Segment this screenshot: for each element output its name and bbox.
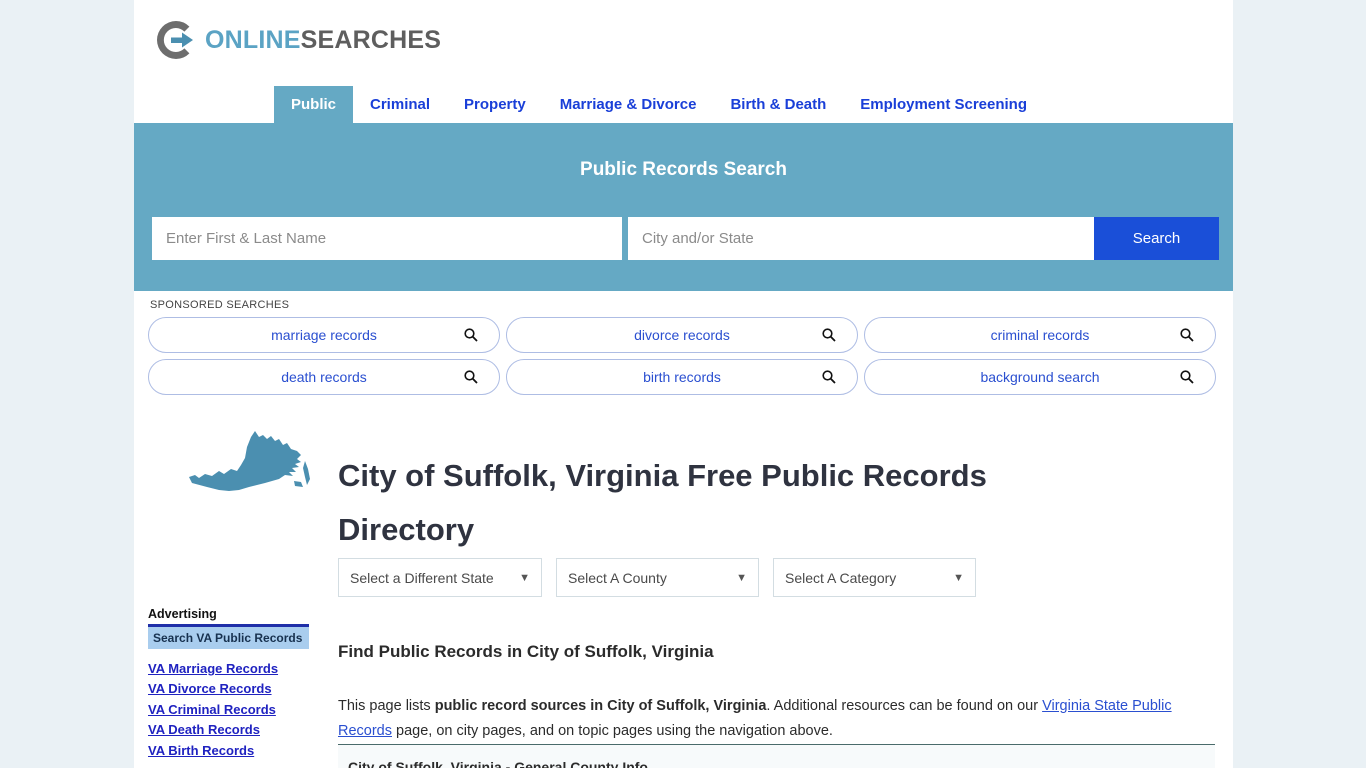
chevron-down-icon: ▼: [953, 571, 964, 584]
magnifier-icon: [1180, 328, 1194, 342]
hero-title: Public Records Search: [580, 159, 787, 180]
nav-item-criminal[interactable]: Criminal: [353, 86, 447, 123]
search-form: Search: [152, 217, 1219, 260]
location-search-input[interactable]: [628, 217, 1094, 260]
select-category-dropdown[interactable]: Select A Category ▼: [773, 558, 976, 597]
magnifier-icon: [464, 328, 478, 342]
sponsored-pill-background-search[interactable]: background search: [864, 359, 1216, 395]
sidebar-cta-button[interactable]: Search VA Public Records: [148, 627, 309, 649]
nav-item-marriage-divorce[interactable]: Marriage & Divorce: [543, 86, 714, 123]
paragraph-text-3: page, on city pages, and on topic pages …: [392, 722, 833, 739]
sidebar-link-va-marriage-records[interactable]: VA Marriage Records: [148, 659, 311, 679]
sponsored-pill-label: background search: [980, 369, 1100, 385]
nav-item-employment-screening[interactable]: Employment Screening: [843, 86, 1044, 123]
sidebar-link-va-birth-records[interactable]: VA Birth Records: [148, 741, 311, 761]
select-county-value: Select A County: [568, 569, 667, 586]
magnifier-icon: [464, 370, 478, 384]
logo-wordmark: ONLINESEARCHES: [205, 26, 441, 55]
hero-search-section: Public Records Search Search: [134, 126, 1233, 291]
logo-word-searches: SEARCHES: [300, 25, 442, 54]
intro-paragraph: This page lists public record sources in…: [338, 694, 1215, 744]
nav-items: Public Criminal Property Marriage & Divo…: [274, 86, 1044, 123]
sponsored-pill-label: death records: [281, 369, 367, 385]
magnifier-icon: [1180, 370, 1194, 384]
nav-item-property[interactable]: Property: [447, 86, 543, 123]
sponsored-searches-label: SPONSORED SEARCHES: [150, 299, 290, 311]
sponsored-pill-birth-records[interactable]: birth records: [506, 359, 858, 395]
filter-selects: Select a Different State ▼ Select A Coun…: [338, 558, 976, 597]
sidebar-link-va-criminal-records[interactable]: VA Criminal Records: [148, 700, 311, 720]
nav-item-public[interactable]: Public: [274, 86, 354, 123]
select-state-dropdown[interactable]: Select a Different State ▼: [338, 558, 542, 597]
advertising-label: Advertising: [148, 607, 217, 621]
chevron-down-icon: ▼: [519, 571, 530, 584]
name-search-input[interactable]: [152, 217, 622, 260]
select-county-dropdown[interactable]: Select A County ▼: [556, 558, 759, 597]
virginia-state-map-icon: [189, 431, 310, 491]
sponsored-searches-list: marriage records divorce records crimina…: [148, 317, 1218, 395]
sidebar-links: VA Marriage Records VA Divorce Records V…: [148, 659, 311, 761]
sponsored-pill-marriage-records[interactable]: marriage records: [148, 317, 500, 353]
paragraph-text-1: This page lists: [338, 697, 435, 714]
magnifier-icon: [822, 370, 836, 384]
magnifier-icon: [822, 328, 836, 342]
sponsored-pill-label: marriage records: [271, 327, 377, 343]
table-row: City of Suffolk, Virginia - General Coun…: [338, 745, 1215, 768]
select-state-value: Select a Different State: [350, 569, 494, 586]
sponsored-pill-criminal-records[interactable]: criminal records: [864, 317, 1216, 353]
search-button[interactable]: Search: [1094, 217, 1219, 260]
content-container: ONLINESEARCHES Public Criminal Property …: [134, 0, 1233, 768]
main-navigation: Public Criminal Property Marriage & Divo…: [134, 86, 1233, 126]
sponsored-pill-label: divorce records: [634, 327, 730, 343]
table-row-label: City of Suffolk, Virginia - General Coun…: [348, 759, 648, 768]
section-heading: Find Public Records in City of Suffolk, …: [338, 642, 714, 662]
sidebar-link-va-divorce-records[interactable]: VA Divorce Records: [148, 679, 311, 699]
sponsored-pill-death-records[interactable]: death records: [148, 359, 500, 395]
advertising-sidebar: Advertising Search VA Public Records VA …: [148, 607, 311, 761]
paragraph-text-2: . Additional resources can be found on o…: [766, 697, 1043, 714]
sponsored-pill-label: birth records: [643, 369, 721, 385]
sponsored-pill-divorce-records[interactable]: divorce records: [506, 317, 858, 353]
circle-arrow-logo-icon: [157, 21, 193, 59]
sponsored-pill-label: criminal records: [990, 327, 1090, 343]
page-title: City of Suffolk, Virginia Free Public Re…: [338, 457, 987, 547]
nav-item-birth-death[interactable]: Birth & Death: [713, 86, 843, 123]
site-logo[interactable]: ONLINESEARCHES: [154, 16, 441, 64]
sidebar-link-va-death-records[interactable]: VA Death Records: [148, 720, 311, 740]
chevron-down-icon: ▼: [736, 571, 747, 584]
select-category-value: Select A Category: [785, 569, 897, 586]
page-root: ONLINESEARCHES Public Criminal Property …: [0, 0, 1366, 768]
paragraph-bold-1: public record sources in City of Suffolk…: [434, 697, 767, 714]
logo-word-online: ONLINE: [205, 25, 301, 54]
